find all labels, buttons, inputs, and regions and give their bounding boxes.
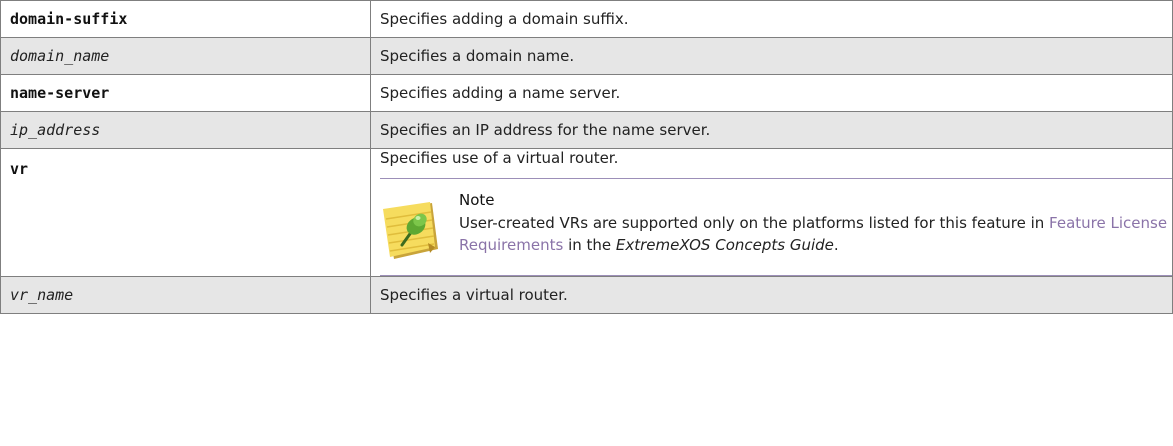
note-body: Note User-created VRs are supported only…: [459, 189, 1173, 263]
description-cell: Specifies use of a virtual router. Note …: [370, 148, 1173, 277]
table-row: domain_name Specifies a domain name.: [0, 37, 1173, 75]
param-cell: vr_name: [0, 276, 371, 314]
description-cell: Specifies a virtual router.: [370, 276, 1173, 314]
description-text: Specifies use of a virtual router.: [380, 149, 619, 167]
note-box: Note User-created VRs are supported only…: [380, 178, 1173, 276]
note-text-part: .: [833, 236, 839, 254]
table-row: vr_name Specifies a virtual router.: [0, 276, 1173, 314]
param-cell: domain_name: [0, 37, 371, 75]
param-cell: ip_address: [0, 111, 371, 149]
table-row: ip_address Specifies an IP address for t…: [0, 111, 1173, 149]
param-keyword: name-server: [10, 84, 110, 102]
note-pad-pushpin-icon: [383, 202, 438, 259]
param-cell: domain-suffix: [0, 0, 371, 38]
param-variable: domain_name: [10, 47, 110, 65]
note-text-part: User-created VRs are supported only on t…: [459, 213, 1050, 232]
table-row: domain-suffix Specifies adding a domain …: [0, 0, 1173, 38]
concepts-guide-title: ExtremeXOS Concepts Guide: [615, 236, 834, 254]
param-variable: ip_address: [10, 121, 101, 139]
note-text-part: in the: [563, 236, 616, 254]
param-variable: vr_name: [10, 286, 74, 304]
note-text: User-created VRs are supported only on t…: [459, 212, 1173, 257]
param-cell: vr: [0, 148, 371, 277]
param-keyword: domain-suffix: [10, 10, 128, 28]
description-cell: Specifies adding a name server.: [370, 74, 1173, 112]
parameters-table: domain-suffix Specifies adding a domain …: [0, 0, 1173, 314]
description-cell: Specifies a domain name.: [370, 37, 1173, 75]
table-row: name-server Specifies adding a name serv…: [0, 74, 1173, 112]
param-cell: name-server: [0, 74, 371, 112]
param-keyword: vr: [10, 160, 29, 178]
description-cell: Specifies adding a domain suffix.: [370, 0, 1173, 38]
description-cell: Specifies an IP address for the name ser…: [370, 111, 1173, 149]
note-title: Note: [459, 191, 495, 209]
table-row: vr Specifies use of a virtual router. No…: [0, 148, 1173, 277]
